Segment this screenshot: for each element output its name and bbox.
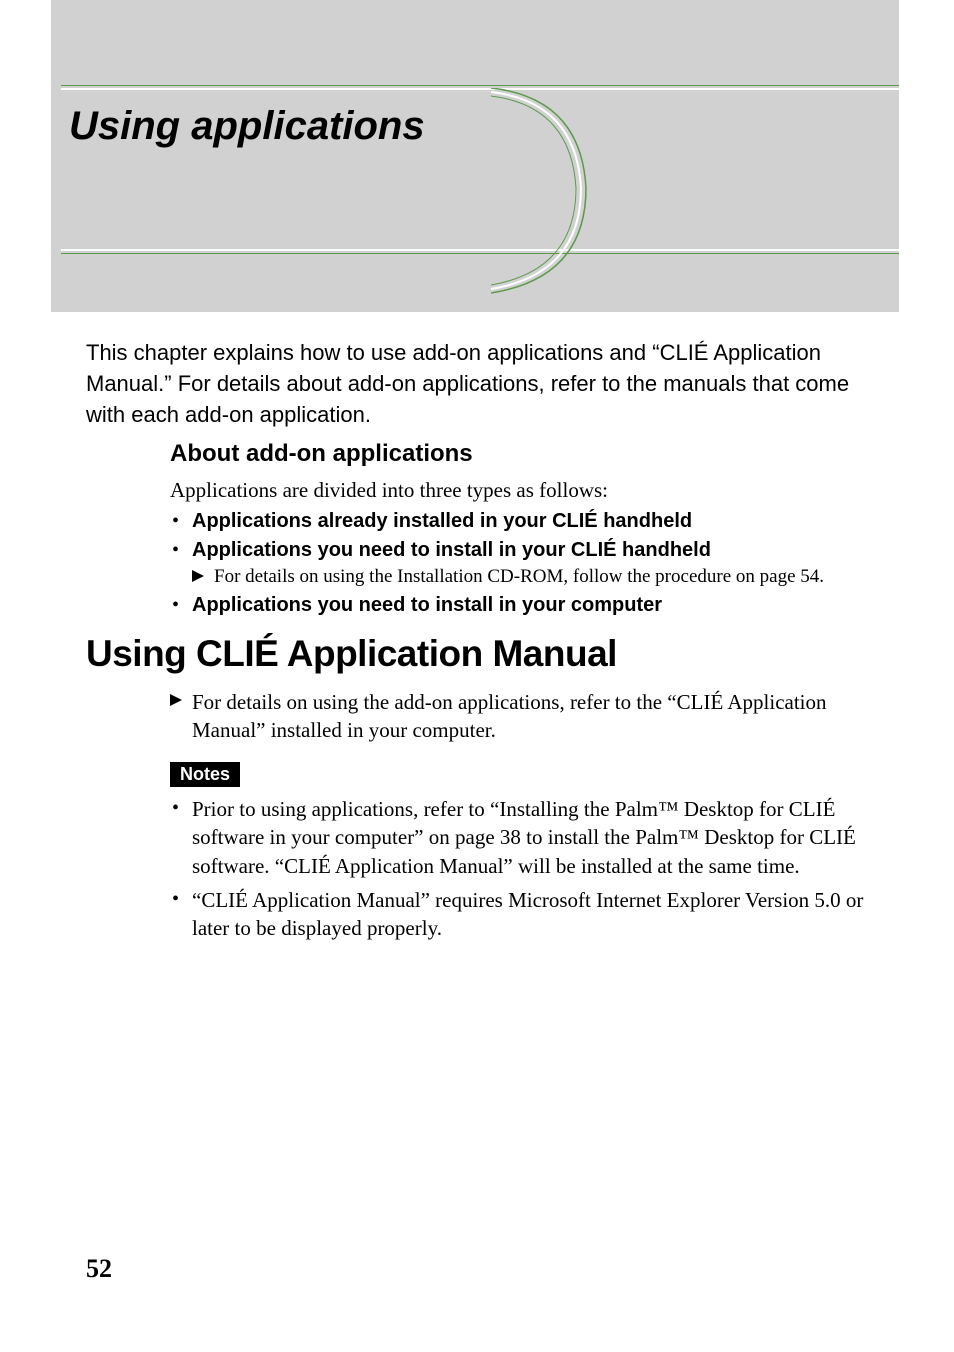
- list-item-label: Applications you need to install in your…: [192, 594, 662, 616]
- chapter-title: Using applications: [61, 104, 899, 149]
- list-item: Applications you need to install in your…: [170, 594, 880, 617]
- notes-list: Prior to using applications, refer to “I…: [170, 795, 880, 943]
- addon-heading: About add-on applications: [170, 440, 880, 468]
- list-item: Applications already installed in your C…: [170, 510, 880, 533]
- intro-paragraph: This chapter explains how to use add-on …: [86, 338, 876, 430]
- page-number: 52: [86, 1254, 112, 1284]
- manual-arrow-text: For details on using the add-on applicat…: [170, 688, 880, 745]
- addon-list: Applications already installed in your C…: [170, 510, 880, 617]
- list-item-label: Applications you need to install in your…: [192, 539, 711, 561]
- addon-intro: Applications are divided into three type…: [170, 476, 880, 504]
- chapter-title-wrap: Using applications: [61, 88, 899, 251]
- manual-section: For details on using the add-on applicat…: [170, 688, 880, 745]
- manual-heading: Using CLIÉ Application Manual: [86, 633, 617, 675]
- notes-badge: Notes: [170, 762, 240, 787]
- list-item: “CLIÉ Application Manual” requires Micro…: [170, 886, 880, 943]
- list-item-label: Applications already installed in your C…: [192, 510, 692, 532]
- list-item: Prior to using applications, refer to “I…: [170, 795, 880, 880]
- addon-section: About add-on applications Applications a…: [170, 440, 880, 623]
- list-item: Applications you need to install in your…: [170, 539, 880, 588]
- notes-section: Notes Prior to using applications, refer…: [170, 762, 880, 949]
- chapter-header-block: Using applications: [51, 0, 899, 312]
- arrow-subtext: For details on using the Installation CD…: [192, 566, 880, 588]
